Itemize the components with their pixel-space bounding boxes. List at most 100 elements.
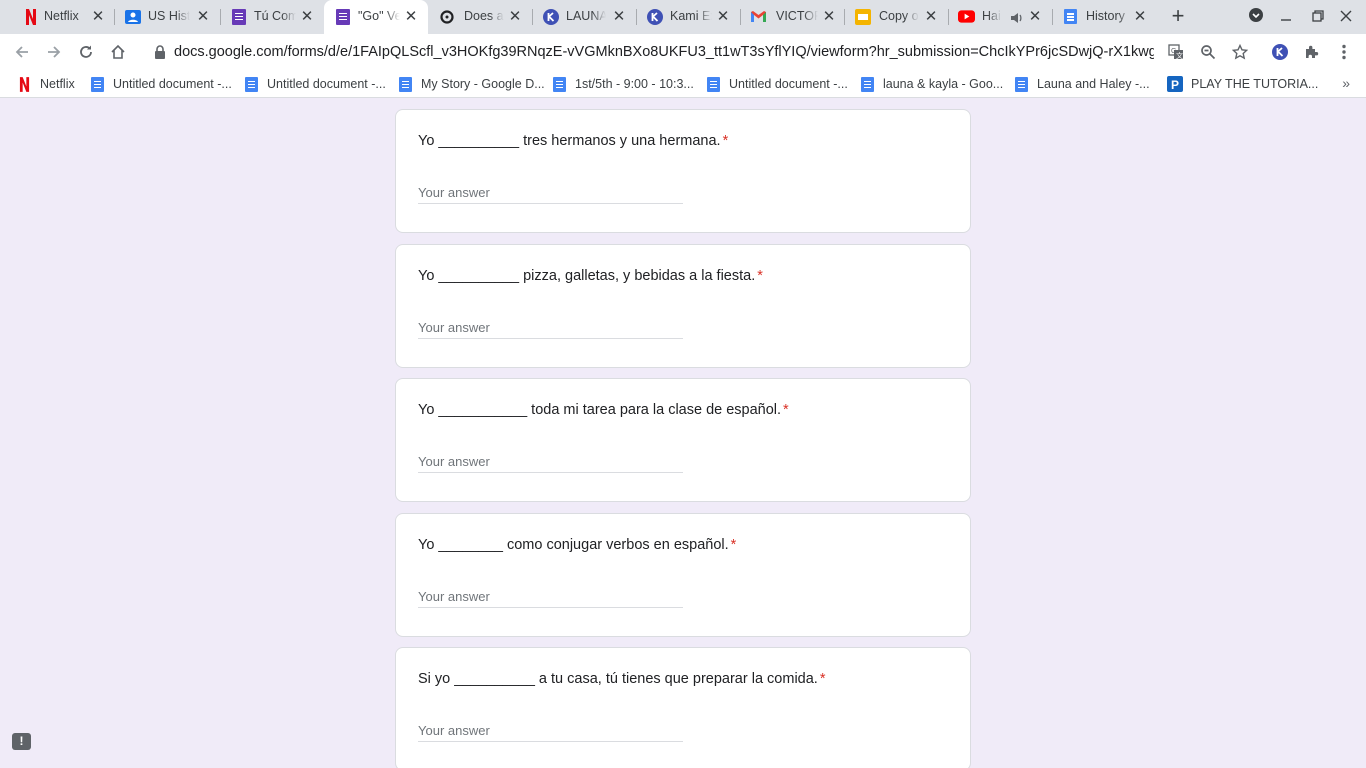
quizlet-icon bbox=[438, 8, 455, 25]
close-icon[interactable]: ✕ bbox=[403, 9, 419, 25]
url-text[interactable]: docs.google.com/forms/d/e/1FAIpQLScfl_v3… bbox=[174, 44, 1154, 60]
answer-input[interactable] bbox=[418, 720, 683, 742]
bookmark-untitled-2[interactable]: Untitled document -... bbox=[243, 75, 386, 93]
close-window-button[interactable] bbox=[1336, 7, 1356, 27]
bookmark-label: PLAY THE TUTORIA... bbox=[1191, 77, 1319, 91]
bookmark-label: Netflix bbox=[40, 77, 75, 91]
question-card: Yo ___________ toda mi tarea para la cla… bbox=[395, 378, 971, 502]
home-button[interactable] bbox=[106, 40, 130, 64]
speaker-icon[interactable] bbox=[1008, 9, 1025, 26]
tab-victoria[interactable]: VICTORIA ✕ bbox=[742, 0, 846, 34]
question-text: Yo ________ como conjugar verbos en espa… bbox=[418, 537, 736, 553]
tab-youtube[interactable]: Hai ✕ bbox=[950, 0, 1054, 34]
tab-does-anyone[interactable]: Does anyone ✕ bbox=[430, 0, 534, 34]
tab-separator bbox=[636, 9, 637, 25]
close-icon[interactable]: ✕ bbox=[715, 9, 731, 25]
close-icon[interactable]: ✕ bbox=[1132, 9, 1148, 25]
google-forms-icon bbox=[230, 8, 247, 25]
bookmark-star-icon[interactable] bbox=[1228, 40, 1252, 64]
bookmark-label: Launa and Haley -... bbox=[1037, 77, 1150, 91]
close-icon[interactable]: ✕ bbox=[821, 9, 837, 25]
close-icon[interactable]: ✕ bbox=[611, 9, 627, 25]
menu-kebab-icon[interactable] bbox=[1332, 40, 1356, 64]
tab-tu-commands[interactable]: Tú Commands ✕ bbox=[222, 0, 326, 34]
bookmark-1st-5th[interactable]: 1st/5th - 9:00 - 10:3... bbox=[551, 75, 694, 93]
new-tab-button[interactable]: + bbox=[1168, 5, 1188, 27]
bookmark-label: Untitled document -... bbox=[113, 77, 232, 91]
tab-copy-of[interactable]: Copy of ✕ bbox=[846, 0, 950, 34]
netflix-icon bbox=[16, 76, 32, 92]
question-label: Yo __________ tres hermanos y una herman… bbox=[418, 133, 721, 149]
bookmark-launa-kayla[interactable]: launa & kayla - Goo... bbox=[859, 75, 1003, 93]
tab-strip: Netflix ✕ US History ✕ Tú Commands ✕ "Go… bbox=[0, 0, 1366, 34]
answer-input[interactable] bbox=[418, 451, 683, 473]
close-icon[interactable]: ✕ bbox=[195, 9, 211, 25]
feedback-icon[interactable]: ! bbox=[12, 733, 31, 750]
reload-button[interactable] bbox=[74, 40, 98, 64]
tab-launa[interactable]: LAUNA ✕ bbox=[534, 0, 638, 34]
close-icon[interactable]: ✕ bbox=[923, 9, 939, 25]
svg-text:文: 文 bbox=[1176, 51, 1183, 60]
question-label: Yo ___________ toda mi tarea para la cla… bbox=[418, 402, 782, 418]
answer-input[interactable] bbox=[418, 586, 683, 608]
tab-title: LAUNA bbox=[566, 9, 606, 23]
tab-separator bbox=[740, 9, 741, 25]
close-icon[interactable]: ✕ bbox=[90, 9, 106, 25]
tab-title: VICTORIA bbox=[776, 9, 818, 23]
bookmark-label: Untitled document -... bbox=[729, 77, 848, 91]
bookmark-label: My Story - Google D... bbox=[421, 77, 545, 91]
google-docs-icon bbox=[551, 76, 567, 92]
tab-title: US History bbox=[148, 9, 190, 23]
forward-button[interactable] bbox=[42, 40, 66, 64]
bookmark-launa-haley[interactable]: Launa and Haley -... bbox=[1013, 75, 1150, 93]
google-slides-icon bbox=[854, 8, 871, 25]
bookmark-untitled-3[interactable]: Untitled document -... bbox=[705, 75, 848, 93]
close-icon[interactable]: ✕ bbox=[299, 9, 315, 25]
minimize-button[interactable] bbox=[1276, 7, 1296, 27]
address-bar[interactable]: docs.google.com/forms/d/e/1FAIpQLScfl_v3… bbox=[140, 38, 1260, 66]
tab-history[interactable]: History ✕ bbox=[1054, 0, 1158, 34]
close-icon[interactable]: ✕ bbox=[507, 9, 523, 25]
tab-title: "Go" Verb bbox=[358, 9, 400, 23]
kami-extension-icon[interactable] bbox=[1268, 40, 1292, 64]
bookmark-my-story[interactable]: My Story - Google D... bbox=[397, 75, 545, 93]
restore-button[interactable] bbox=[1308, 7, 1328, 27]
tab-separator bbox=[1052, 9, 1053, 25]
tab-title: Does anyone bbox=[464, 9, 504, 23]
chevron-double-right-icon[interactable]: » bbox=[1342, 75, 1350, 91]
tab-separator bbox=[844, 9, 845, 25]
tab-separator bbox=[220, 9, 221, 25]
tab-netflix[interactable]: Netflix ✕ bbox=[14, 0, 118, 34]
bookmark-label: 1st/5th - 9:00 - 10:3... bbox=[575, 77, 694, 91]
kami-icon bbox=[542, 8, 559, 25]
tab-us-history[interactable]: US History ✕ bbox=[118, 0, 222, 34]
lock-icon[interactable] bbox=[154, 45, 166, 59]
tab-go-verb[interactable]: "Go" Verb ✕ bbox=[324, 0, 428, 34]
browser-toolbar: docs.google.com/forms/d/e/1FAIpQLScfl_v3… bbox=[0, 34, 1366, 70]
answer-input[interactable] bbox=[418, 317, 683, 339]
google-docs-icon bbox=[1062, 8, 1079, 25]
tab-title: Copy of bbox=[879, 9, 919, 23]
bookmark-label: Untitled document -... bbox=[267, 77, 386, 91]
question-label: Si yo __________ a tu casa, tú tienes qu… bbox=[418, 671, 818, 687]
bookmark-netflix[interactable]: Netflix bbox=[16, 75, 75, 93]
question-text: Yo ___________ toda mi tarea para la cla… bbox=[418, 402, 789, 418]
translate-icon[interactable]: G文 bbox=[1164, 40, 1188, 64]
tab-title: Kami Export bbox=[670, 9, 712, 23]
extensions-puzzle-icon[interactable] bbox=[1300, 40, 1324, 64]
answer-input[interactable] bbox=[418, 182, 683, 204]
question-card: Yo __________ pizza, galletas, y bebidas… bbox=[395, 244, 971, 368]
tab-title: Hai bbox=[982, 9, 1002, 23]
zoom-icon[interactable] bbox=[1196, 40, 1220, 64]
tab-separator bbox=[114, 9, 115, 25]
required-mark: * bbox=[722, 133, 729, 149]
tab-kami-export[interactable]: Kami Export ✕ bbox=[638, 0, 742, 34]
bookmark-play-tutorial[interactable]: P PLAY THE TUTORIA... bbox=[1167, 75, 1318, 93]
netflix-icon bbox=[22, 8, 39, 25]
tab-search-button[interactable] bbox=[1246, 7, 1266, 27]
close-icon[interactable]: ✕ bbox=[1027, 9, 1043, 25]
google-docs-icon bbox=[705, 76, 721, 92]
bookmark-untitled-1[interactable]: Untitled document -... bbox=[89, 75, 232, 93]
tab-separator bbox=[948, 9, 949, 25]
back-button[interactable] bbox=[10, 40, 34, 64]
